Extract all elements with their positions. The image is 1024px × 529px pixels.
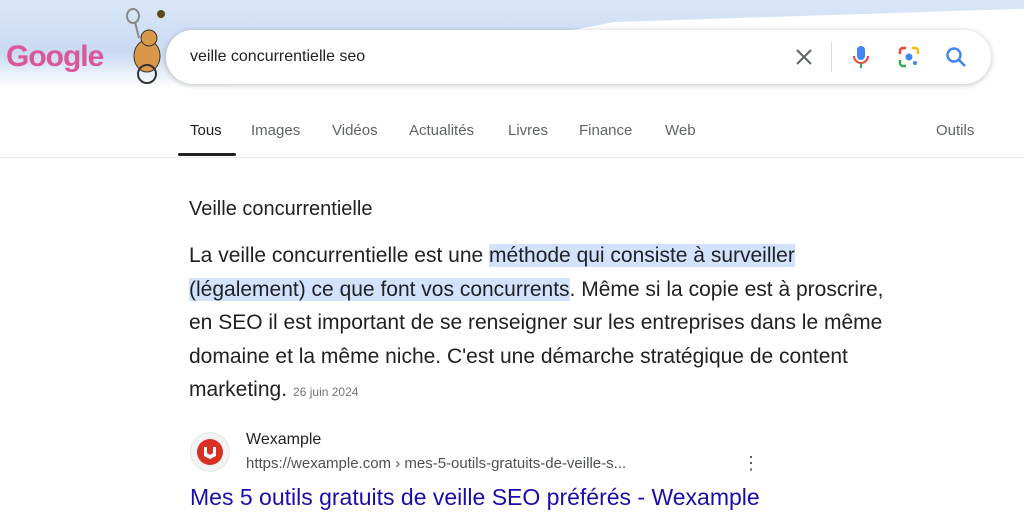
result-title-link[interactable]: Mes 5 outils gratuits de veille SEO préf… <box>190 484 760 511</box>
featured-snippet-text: La veille concurrentielle est une méthod… <box>189 239 909 410</box>
snippet-text-before: La veille concurrentielle est une <box>189 244 490 267</box>
microphone-icon[interactable] <box>847 43 875 71</box>
snippet-date: 26 juin 2024 <box>293 385 359 399</box>
search-input[interactable] <box>190 30 770 84</box>
search-icon[interactable] <box>942 43 970 71</box>
wexample-logo-icon <box>197 439 223 465</box>
tab-actualites[interactable]: Actualités <box>409 122 474 139</box>
search-box[interactable] <box>166 30 991 84</box>
tab-tous[interactable]: Tous <box>190 122 222 139</box>
divider <box>831 42 832 72</box>
google-logo[interactable]: Google <box>6 40 104 74</box>
doodle-mascot-icon <box>126 8 165 84</box>
featured-snippet-title: Veille concurrentielle <box>189 198 373 220</box>
tools-button[interactable]: Outils <box>936 122 974 139</box>
clear-icon[interactable] <box>790 43 818 71</box>
result-site-name[interactable]: Wexample <box>246 431 321 449</box>
tab-videos[interactable]: Vidéos <box>332 122 378 139</box>
tab-livres[interactable]: Livres <box>508 122 548 139</box>
search-tabs: Tous Images Vidéos Actualités Livres Fin… <box>0 122 1024 158</box>
result-url[interactable]: https://wexample.com › mes-5-outils-grat… <box>246 455 626 472</box>
site-favicon[interactable] <box>190 432 230 472</box>
google-lens-icon[interactable] <box>895 43 923 71</box>
tab-images[interactable]: Images <box>251 122 300 139</box>
active-tab-indicator <box>178 153 236 156</box>
tab-finance[interactable]: Finance <box>579 122 632 139</box>
more-options-icon[interactable]: ⋮ <box>742 454 760 472</box>
tab-web[interactable]: Web <box>665 122 696 139</box>
